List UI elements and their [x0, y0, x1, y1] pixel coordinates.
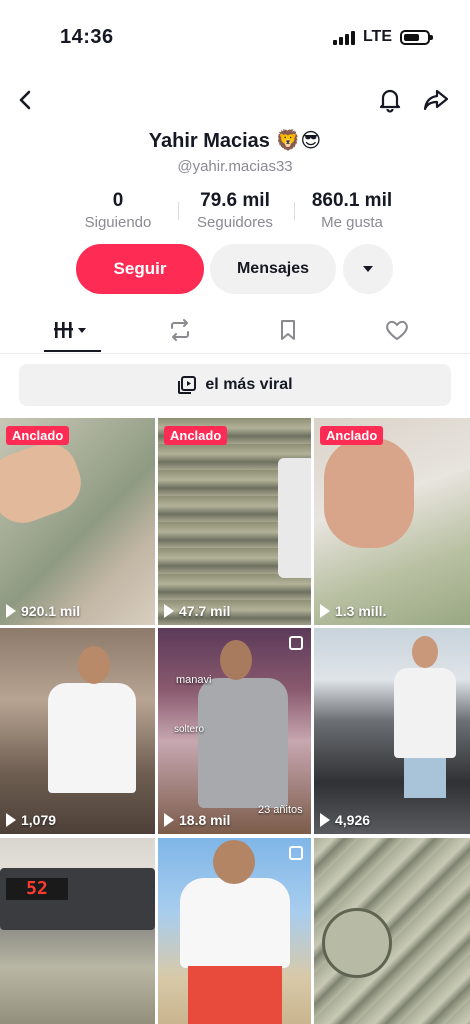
overlay-text-mid: soltero — [174, 724, 205, 735]
stat-divider — [294, 202, 295, 220]
tab-liked[interactable] — [347, 310, 447, 350]
video-tile[interactable]: 4,926 — [314, 628, 470, 834]
viral-banner-label: el más viral — [205, 376, 293, 393]
view-count-value: 47.7 mil — [179, 603, 231, 619]
video-tile[interactable]: 1,079 — [0, 628, 155, 834]
video-tile[interactable]: Anclado 920.1 mil — [0, 418, 155, 625]
shorts-shape — [404, 758, 446, 798]
overlay-text-bottom: 23 añitos — [258, 804, 303, 816]
stat-followers[interactable]: 79.6 mil Seguidores — [180, 190, 290, 231]
status-time: 14:36 — [60, 26, 114, 48]
multi-photo-icon — [289, 846, 303, 860]
chevron-left-icon — [19, 90, 31, 110]
following-label: Siguiendo — [84, 214, 152, 231]
status-indicators: LTE — [332, 28, 433, 46]
play-icon — [320, 813, 330, 827]
view-count: 47.7 mil — [164, 603, 230, 619]
profile-tabs — [0, 310, 470, 354]
video-tile[interactable]: manavi soltero 23 añitos 18.8 mil — [158, 628, 311, 834]
tab-indicator — [44, 350, 101, 352]
person-shape — [394, 668, 456, 758]
play-icon — [320, 604, 330, 618]
notifications-button[interactable] — [374, 84, 406, 116]
network-label: LTE — [362, 28, 392, 45]
video-thumbnail — [0, 838, 155, 1024]
video-tile[interactable]: Anclado 47.7 mil — [158, 418, 311, 625]
grid-bars-icon — [54, 322, 86, 338]
video-tile[interactable]: Anclado 1.3 mill. — [314, 418, 470, 625]
view-count-value: 1,079 — [21, 812, 57, 828]
shorts-shape — [188, 966, 282, 1024]
view-count: 4,926 — [320, 812, 370, 828]
pinned-badge: Anclado — [320, 426, 384, 445]
heart-icon — [386, 320, 408, 340]
play-icon — [164, 604, 174, 618]
likes-label: Me gusta — [321, 214, 383, 231]
play-icon — [164, 813, 174, 827]
follow-button[interactable]: Seguir — [76, 244, 204, 294]
person-shape — [198, 678, 288, 808]
view-count-value: 920.1 mil — [21, 603, 81, 619]
person-shape — [180, 878, 290, 968]
tab-reposts[interactable] — [130, 310, 230, 350]
play-collection-icon — [178, 376, 197, 394]
viral-collection-button[interactable]: el más viral — [19, 364, 451, 406]
view-count: 18.8 mil — [164, 812, 230, 828]
head-shape — [213, 840, 255, 884]
counter-display: 52 — [6, 878, 68, 900]
video-tile[interactable] — [314, 838, 470, 1024]
head-shape — [78, 646, 110, 684]
device-shape — [278, 458, 311, 578]
battery-icon — [400, 29, 433, 45]
view-count-value: 18.8 mil — [179, 812, 231, 828]
head-shape — [220, 640, 252, 680]
following-count: 0 — [112, 190, 124, 211]
signal-icon — [332, 29, 355, 45]
likes-count: 860.1 mil — [311, 190, 393, 211]
stat-likes: 860.1 mil Me gusta — [297, 190, 407, 231]
caret-down-icon — [363, 266, 373, 272]
video-tile[interactable]: 52 — [0, 838, 155, 1024]
hand-shape — [324, 438, 414, 548]
share-button[interactable] — [420, 84, 452, 116]
head-shape — [412, 636, 438, 668]
back-button[interactable] — [10, 84, 42, 116]
profile-stats: 0 Siguiendo 79.6 mil Seguidores 860.1 mi… — [0, 190, 470, 234]
overlay-text-top: manavi — [176, 674, 212, 686]
bill-portrait — [322, 908, 392, 978]
bookmark-icon — [281, 320, 295, 340]
person-shape — [48, 683, 136, 793]
followers-label: Seguidores — [197, 214, 273, 231]
view-count: 1,079 — [6, 812, 56, 828]
profile-name: Yahir Macias 🦁😎 — [148, 130, 322, 152]
stat-divider — [178, 202, 179, 220]
share-arrow-icon — [423, 89, 449, 111]
status-bar: 14:36 LTE — [0, 0, 470, 70]
bell-icon — [379, 89, 401, 113]
multi-photo-icon — [289, 636, 303, 650]
view-count: 920.1 mil — [6, 603, 80, 619]
top-nav — [0, 80, 470, 120]
tab-videos[interactable] — [22, 310, 122, 350]
repost-icon — [171, 319, 189, 341]
pinned-badge: Anclado — [6, 426, 70, 445]
view-count-value: 1.3 mill. — [335, 603, 387, 619]
tab-favorites[interactable] — [238, 310, 338, 350]
play-icon — [6, 813, 16, 827]
video-tile[interactable] — [158, 838, 311, 1024]
play-icon — [6, 604, 16, 618]
profile-handle: @yahir.macias33 — [177, 158, 293, 175]
followers-count: 79.6 mil — [200, 190, 270, 211]
pinned-badge: Anclado — [164, 426, 228, 445]
stat-following[interactable]: 0 Siguiendo — [63, 190, 173, 231]
profile-actions: Seguir Mensajes — [0, 244, 470, 296]
message-button[interactable]: Mensajes — [210, 244, 336, 294]
video-grid: Anclado 920.1 mil Anclado 47.7 mil Ancla… — [0, 418, 470, 1024]
more-button[interactable] — [343, 244, 393, 294]
view-count: 1.3 mill. — [320, 603, 386, 619]
view-count-value: 4,926 — [335, 812, 371, 828]
